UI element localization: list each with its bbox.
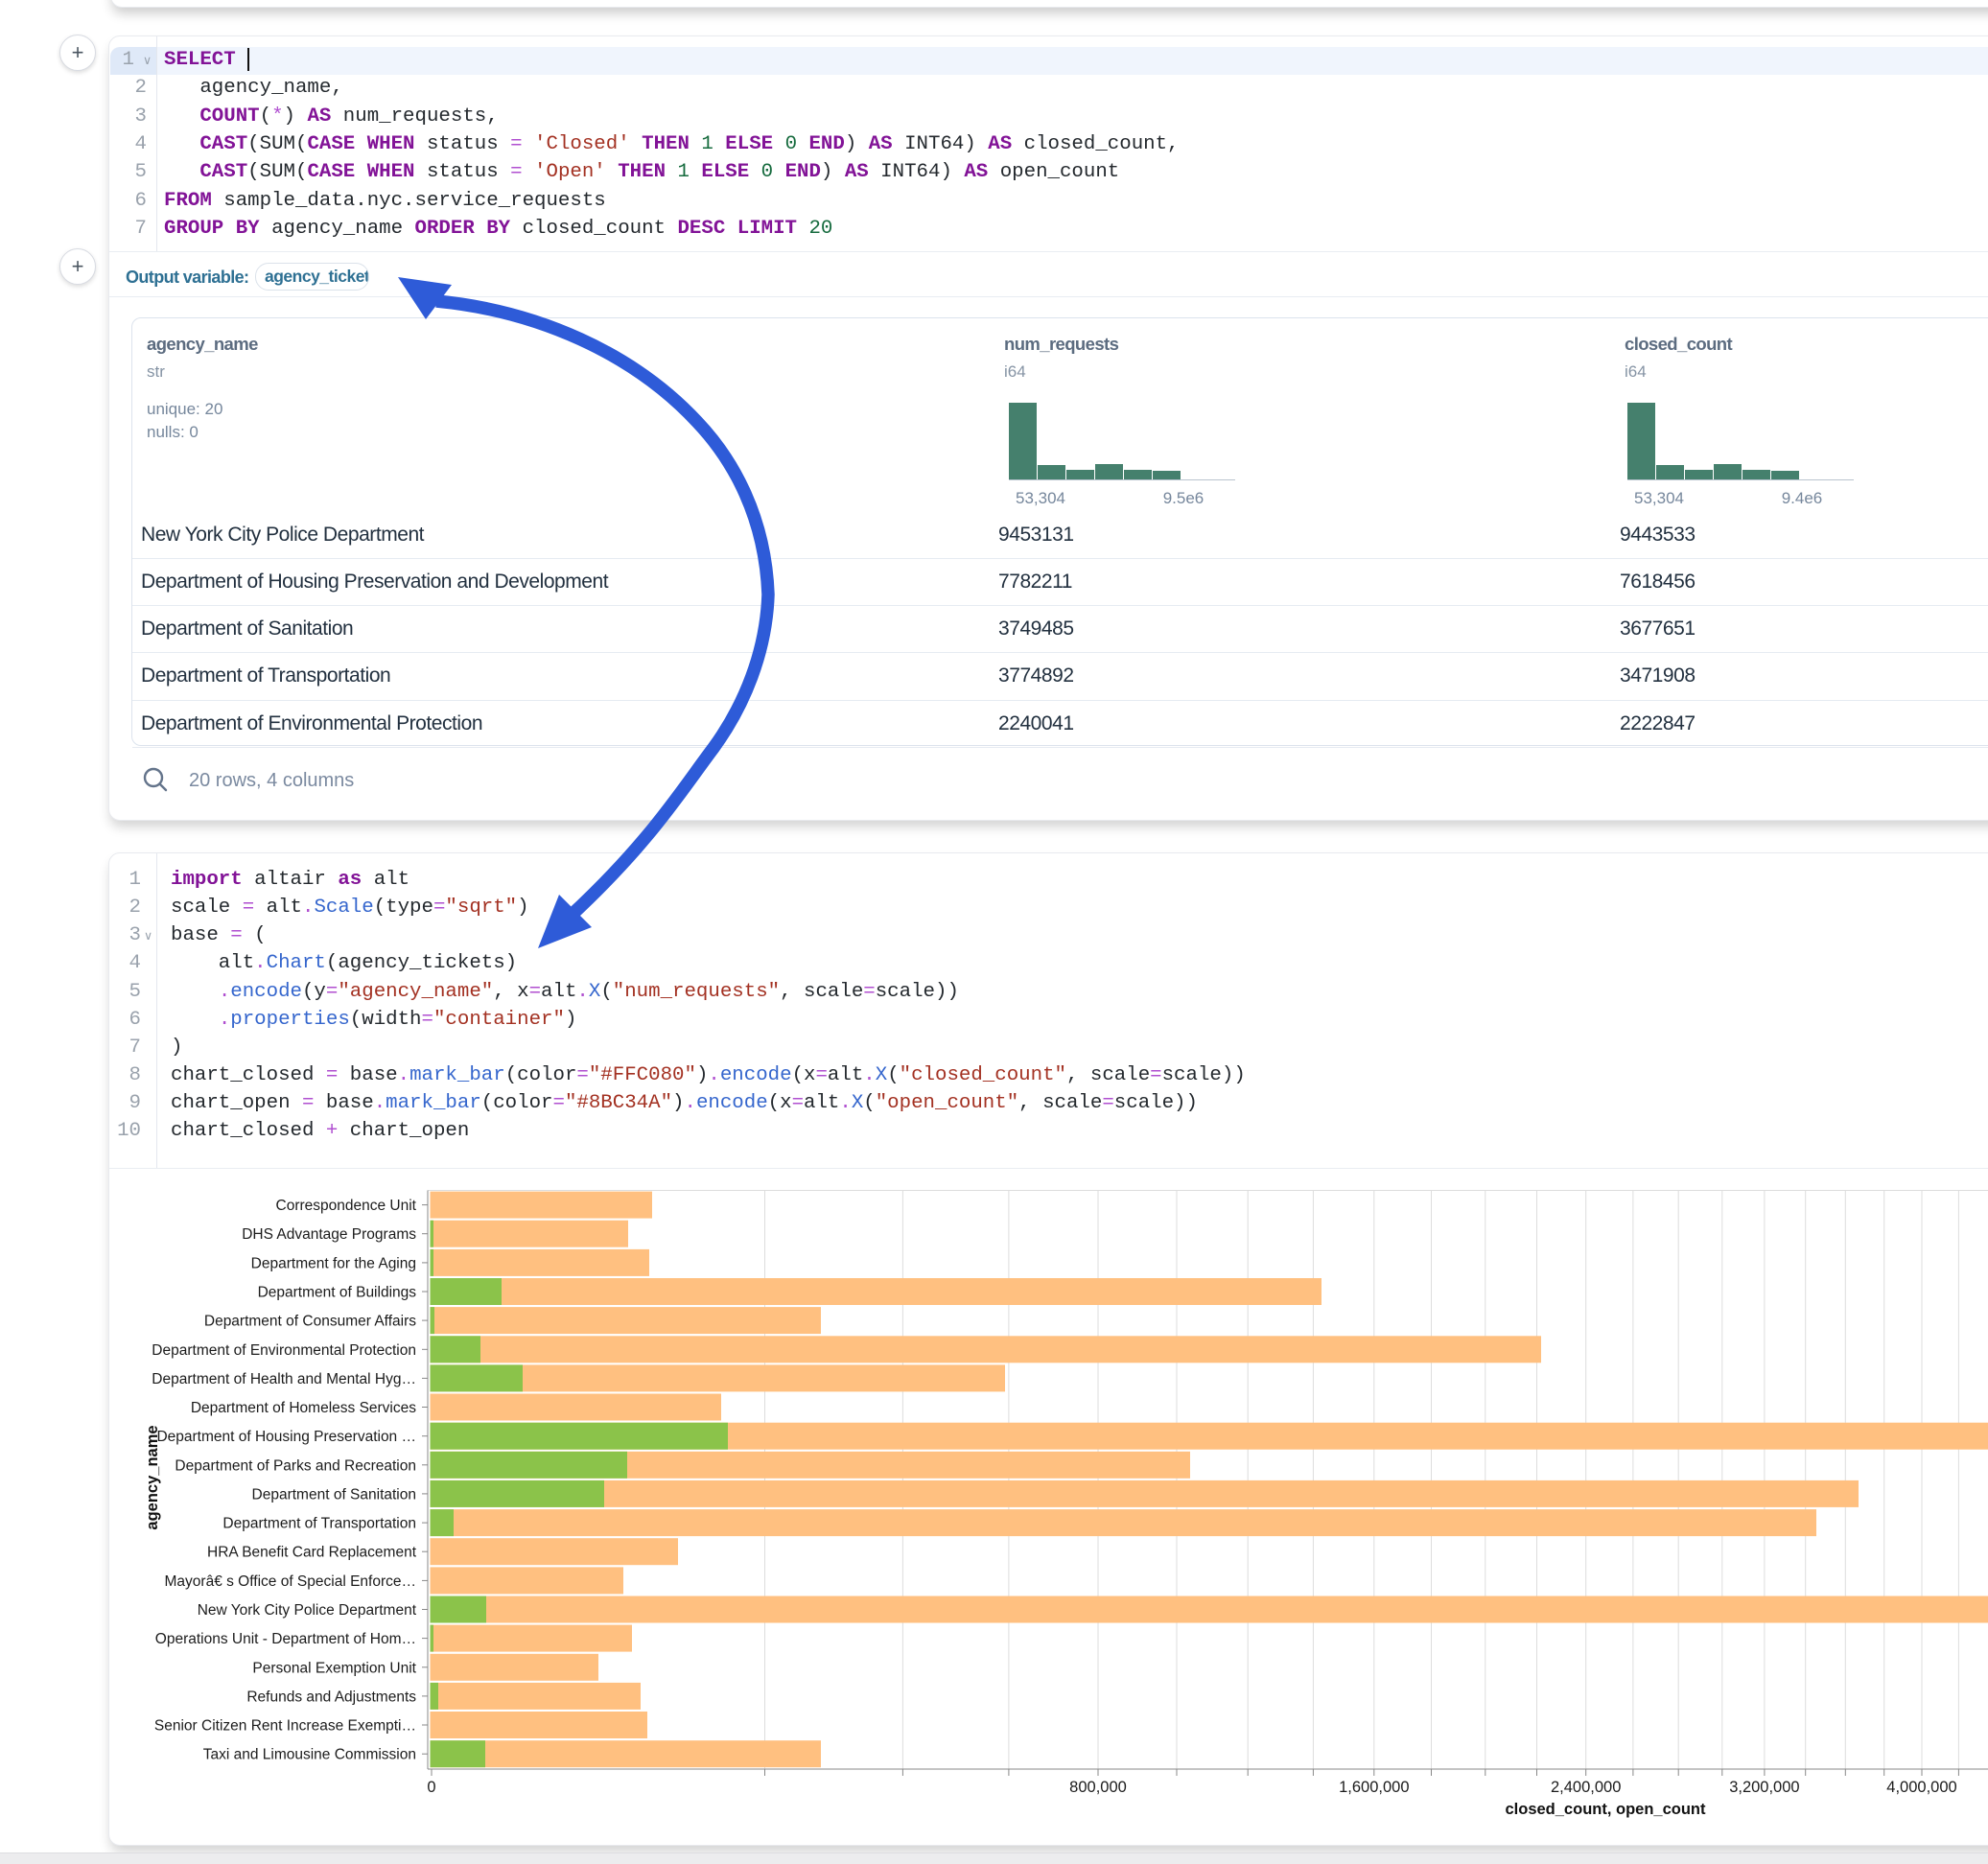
svg-text:Department of Environmental Pr: Department of Environmental Protection: [152, 1342, 416, 1359]
svg-text:Department of Housing Preserva: Department of Housing Preservation …: [156, 1429, 416, 1445]
svg-text:Department of Buildings: Department of Buildings: [258, 1285, 417, 1301]
svg-text:0: 0: [427, 1779, 435, 1796]
svg-text:Personal Exemption Unit: Personal Exemption Unit: [252, 1660, 416, 1676]
svg-text:Department of Homeless Service: Department of Homeless Services: [191, 1400, 416, 1416]
svg-text:HRA Benefit Card Replacement: HRA Benefit Card Replacement: [207, 1545, 417, 1561]
svg-text:closed_count, open_count: closed_count, open_count: [1505, 1801, 1706, 1818]
svg-text:Mayorâ€ s Office of Special En: Mayorâ€ s Office of Special Enforce…: [165, 1573, 416, 1590]
svg-text:2,400,000: 2,400,000: [1551, 1779, 1621, 1796]
svg-text:Department of Consumer Affairs: Department of Consumer Affairs: [204, 1314, 416, 1330]
svg-text:3,200,000: 3,200,000: [1729, 1779, 1799, 1796]
svg-text:Department of Sanitation: Department of Sanitation: [252, 1486, 416, 1503]
svg-text:Operations Unit - Department o: Operations Unit - Department of Hom…: [155, 1631, 416, 1647]
svg-text:DHS Advantage Programs: DHS Advantage Programs: [242, 1226, 416, 1243]
svg-text:New York City Police Departmen: New York City Police Department: [198, 1602, 417, 1619]
svg-text:800,000: 800,000: [1069, 1779, 1127, 1796]
svg-text:agency_name: agency_name: [144, 1425, 161, 1529]
svg-text:Senior Citizen Rent Increase E: Senior Citizen Rent Increase Exempti…: [154, 1718, 416, 1735]
svg-text:Correspondence Unit: Correspondence Unit: [276, 1198, 417, 1214]
svg-text:Department of Transportation: Department of Transportation: [222, 1516, 416, 1532]
svg-text:Department of Health and Menta: Department of Health and Mental Hyg…: [152, 1371, 416, 1387]
svg-text:Refunds and Adjustments: Refunds and Adjustments: [246, 1689, 416, 1705]
svg-text:Department of Parks and Recrea: Department of Parks and Recreation: [175, 1457, 416, 1474]
svg-text:Department for the Aging: Department for the Aging: [251, 1255, 416, 1271]
svg-text:1,600,000: 1,600,000: [1339, 1779, 1409, 1796]
svg-text:Taxi and Limousine Commission: Taxi and Limousine Commission: [203, 1747, 416, 1763]
svg-text:4,000,000: 4,000,000: [1886, 1779, 1956, 1796]
